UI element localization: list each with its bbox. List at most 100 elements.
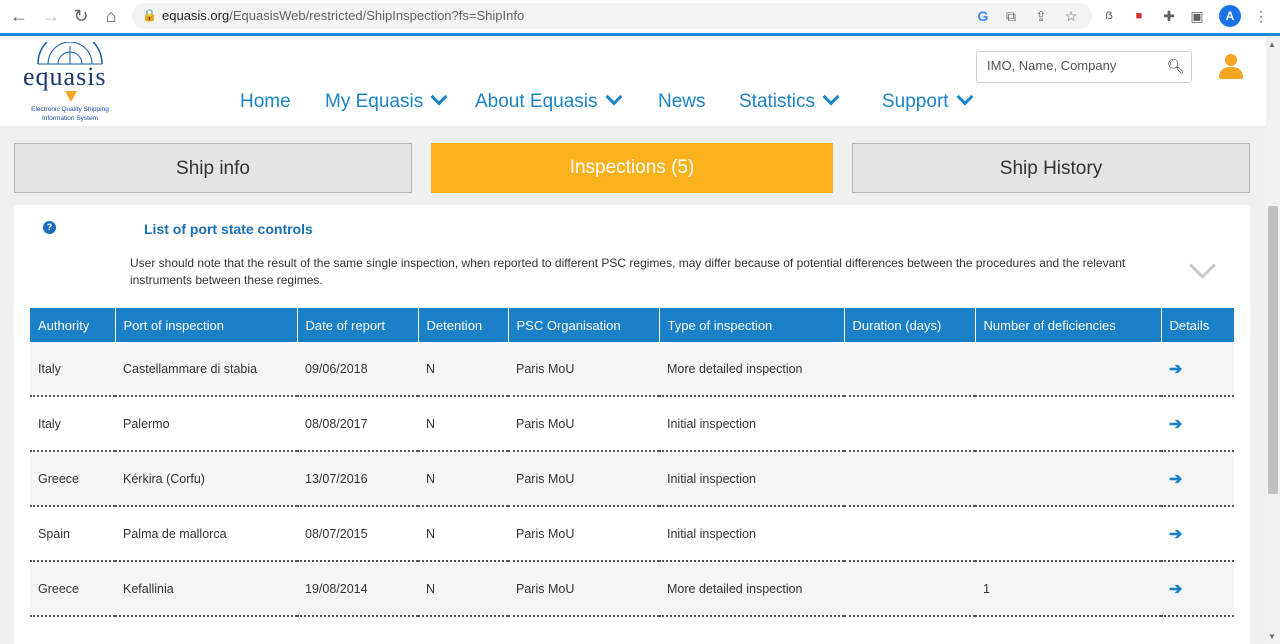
url-text: equasis.org/EquasisWeb/restricted/ShipIn…: [162, 8, 525, 23]
menu-dots-icon[interactable]: ⋮: [1250, 5, 1272, 27]
sidepanel-icon[interactable]: ▣: [1186, 5, 1208, 27]
site-header: equasis Electronic Quality Shipping Info…: [0, 36, 1266, 126]
logo-triangle-icon: [65, 91, 77, 102]
tab-ship-info[interactable]: Ship info: [14, 143, 412, 193]
cell-detention: N: [418, 506, 508, 562]
cell-deficiencies: [975, 506, 1161, 562]
cell-type: Initial inspection: [659, 451, 844, 507]
nav-home[interactable]: Home: [240, 91, 291, 113]
cell-detention: N: [418, 451, 508, 507]
cell-detention: N: [418, 342, 508, 397]
column-header[interactable]: Date of report: [297, 308, 419, 342]
nav-my-equasis[interactable]: My Equasis: [325, 88, 448, 113]
column-header[interactable]: Detention: [418, 308, 509, 342]
cell-date: 08/07/2015: [297, 506, 418, 562]
table-header-row: Authority Port of inspection Date of rep…: [30, 308, 1234, 342]
nav-support[interactable]: Support: [882, 88, 974, 113]
reload-icon[interactable]: ↻: [70, 5, 92, 27]
table-row: Spain Palma de mallorca 08/07/2015 N Par…: [30, 506, 1234, 562]
puzzle-icon[interactable]: ✚: [1158, 5, 1180, 27]
cell-authority: Greece: [30, 451, 115, 507]
share-icon[interactable]: ⇪: [1030, 5, 1052, 27]
address-bar[interactable]: 🔒 equasis.org/EquasisWeb/restricted/Ship…: [132, 3, 1092, 29]
cell-port: Kérkira (Corfu): [115, 451, 297, 507]
column-header[interactable]: Type of inspection: [659, 308, 845, 342]
column-header[interactable]: Number of deficiencies: [975, 308, 1162, 342]
cell-type: More detailed inspection: [659, 561, 844, 617]
equasis-logo[interactable]: equasis Electronic Quality Shipping Info…: [18, 40, 122, 124]
column-header[interactable]: Authority: [30, 308, 116, 342]
scroll-down-icon[interactable]: ▼: [1268, 632, 1276, 641]
details-arrow-icon[interactable]: ➔: [1161, 561, 1234, 617]
logo-wordmark: equasis: [23, 62, 107, 91]
section-note: User should note that the result of the …: [130, 256, 1126, 287]
nav-statistics[interactable]: Statistics: [739, 88, 840, 113]
cell-authority: Spain: [30, 506, 115, 562]
table-row: Greece Kefallinia 19/08/2014 N Paris MoU…: [30, 561, 1234, 617]
chevron-down-icon: [956, 88, 974, 106]
back-icon[interactable]: ←: [8, 5, 30, 27]
cell-psc-org: Paris MoU: [508, 342, 659, 397]
help-icon[interactable]: ?: [43, 221, 56, 234]
scrollbar-thumb[interactable]: [1268, 206, 1278, 494]
translate-icon[interactable]: ⧉: [1000, 5, 1022, 27]
cell-detention: N: [418, 561, 508, 617]
cell-port: Kefallinia: [115, 561, 297, 617]
search-input[interactable]: [985, 57, 1159, 74]
cell-psc-org: Paris MoU: [508, 451, 659, 507]
google-icon[interactable]: G: [972, 5, 994, 27]
cell-duration: [844, 396, 975, 452]
browser-toolbar: ← → ↻ ⌂ 🔒 equasis.org/EquasisWeb/restric…: [0, 0, 1280, 34]
tab-inspections[interactable]: Inspections (5): [431, 143, 833, 193]
section-title: List of port state controls: [144, 221, 313, 237]
cell-psc-org: Paris MoU: [508, 506, 659, 562]
column-header[interactable]: Duration (days): [844, 308, 976, 342]
column-header[interactable]: PSC Organisation: [508, 308, 660, 342]
cell-type: Initial inspection: [659, 506, 844, 562]
cell-date: 08/08/2017: [297, 396, 418, 452]
profile-avatar[interactable]: A: [1219, 5, 1241, 27]
cell-duration: [844, 506, 975, 562]
cell-deficiencies: [975, 342, 1161, 397]
details-arrow-icon[interactable]: ➔: [1161, 342, 1234, 397]
forward-icon[interactable]: →: [40, 5, 62, 27]
search-icon[interactable]: 🔍︎: [1167, 58, 1185, 75]
details-arrow-icon[interactable]: ➔: [1161, 451, 1234, 507]
bookmark-star-icon[interactable]: ☆: [1060, 5, 1082, 27]
chevron-down-icon: [605, 88, 623, 106]
cell-type: More detailed inspection: [659, 342, 844, 397]
user-icon[interactable]: [1219, 54, 1243, 80]
cell-duration: [844, 342, 975, 397]
inspections-table: Authority Port of inspection Date of rep…: [30, 308, 1234, 617]
nav-news[interactable]: News: [658, 91, 706, 113]
cell-port: Palermo: [115, 396, 297, 452]
home-icon[interactable]: ⌂: [100, 5, 122, 27]
tab-ship-history[interactable]: Ship History: [852, 143, 1250, 193]
table-row: Italy Castellammare di stabia 09/06/2018…: [30, 342, 1234, 397]
search-box: 🔍︎: [976, 51, 1192, 83]
cell-deficiencies: [975, 451, 1161, 507]
table-row: Greece Kérkira (Corfu) 13/07/2016 N Pari…: [30, 451, 1234, 507]
chevron-down-icon: [430, 88, 448, 106]
column-header[interactable]: Details: [1161, 308, 1234, 342]
extension-icon[interactable]: ẞ: [1098, 5, 1120, 27]
scroll-up-icon[interactable]: ▲: [1268, 40, 1276, 49]
cell-psc-org: Paris MoU: [508, 561, 659, 617]
logo-subtitle: Electronic Quality Shipping Information …: [31, 106, 109, 122]
cell-authority: Italy: [30, 396, 115, 452]
nav-about-equasis[interactable]: About Equasis: [475, 88, 623, 113]
details-arrow-icon[interactable]: ➔: [1161, 506, 1234, 562]
cell-authority: Greece: [30, 561, 115, 617]
cell-date: 13/07/2016: [297, 451, 418, 507]
cell-deficiencies: [975, 396, 1161, 452]
details-arrow-icon[interactable]: ➔: [1161, 396, 1234, 452]
cell-duration: [844, 561, 975, 617]
lock-icon: 🔒: [142, 8, 157, 22]
cell-duration: [844, 451, 975, 507]
cell-deficiencies: 1: [975, 561, 1161, 617]
cell-port: Castellammare di stabia: [115, 342, 297, 397]
column-header[interactable]: Port of inspection: [115, 308, 298, 342]
cell-psc-org: Paris MoU: [508, 396, 659, 452]
cell-date: 09/06/2018: [297, 342, 418, 397]
extension-red-icon[interactable]: ■: [1128, 5, 1150, 27]
